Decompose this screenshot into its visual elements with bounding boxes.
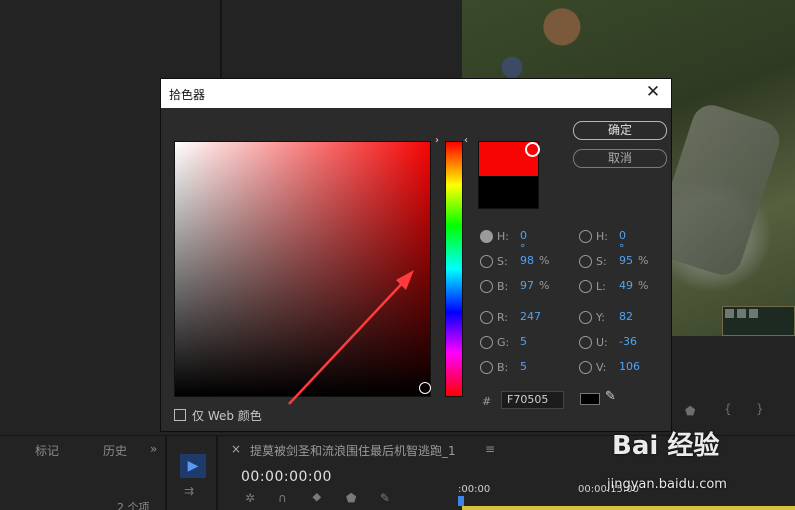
track-select-tool-icon[interactable]: ⇉ [184, 484, 194, 498]
yuv-y-value[interactable]: 82 [619, 310, 633, 323]
timeline-timecode[interactable]: 00:00:00:00 [241, 469, 332, 485]
hsb-brightness-value[interactable]: 97 [520, 279, 534, 292]
hsl-hue-radio[interactable] [579, 230, 592, 243]
rgb-green-label: G: [497, 336, 510, 349]
tab-history[interactable]: 历史 [103, 442, 127, 459]
yuv-v-radio[interactable] [579, 361, 592, 374]
color-picker-dialog: 拾色器 ✕ › ‹ 仅 Web 颜色 确定 取消 H: 0 ° S: 98 % … [160, 78, 672, 432]
gamut-indicator-icon[interactable] [525, 142, 540, 157]
hue-slider-left-arrow-icon: › [435, 135, 439, 146]
hsb-brightness-label: B: [497, 280, 509, 293]
dialog-title: 拾色器 [169, 88, 206, 102]
linked-selection-icon[interactable]: ∩ [278, 491, 287, 505]
cancel-button[interactable]: 取消 [573, 149, 667, 168]
yuv-v-label: V: [596, 361, 607, 374]
hsl-saturation-label: S: [596, 255, 607, 268]
hsb-saturation-label: S: [497, 255, 508, 268]
panel-divider [165, 436, 167, 510]
out-point-icon[interactable]: } [756, 402, 764, 416]
yuv-y-label: Y: [596, 311, 605, 324]
items-count: 2 个项 [117, 501, 150, 510]
hsl-saturation-unit: % [638, 254, 649, 267]
hsl-lightness-value[interactable]: 49 [619, 279, 633, 292]
tab-markers[interactable]: 标记 [35, 442, 59, 459]
hsb-saturation-unit: % [539, 254, 550, 267]
hsb-hue-value[interactable]: 0 ° [520, 229, 527, 255]
rgb-blue-value[interactable]: 5 [520, 360, 527, 373]
saturation-brightness-field[interactable] [174, 141, 431, 397]
watermark-url: jingyan.baidu.com [607, 477, 727, 492]
add-marker-icon[interactable]: ⯁ [312, 491, 322, 506]
rgb-red-value[interactable]: 247 [520, 310, 541, 323]
rgb-red-label: R: [497, 311, 509, 324]
hsl-hue-value[interactable]: 0 ° [619, 229, 626, 255]
previous-color-swatch[interactable] [478, 176, 539, 209]
hue-slider-right-arrow-icon[interactable]: ‹ [464, 135, 468, 146]
sequence-menu-icon[interactable]: ≡ [485, 442, 495, 456]
web-colors-label: 仅 Web 颜色 [192, 409, 262, 423]
playhead[interactable] [458, 496, 464, 506]
yuv-v-value[interactable]: 106 [619, 360, 640, 373]
hex-hash-label: # [482, 395, 492, 408]
snap-icon[interactable]: ✲ [245, 491, 255, 505]
marker-flag-icon[interactable]: ⬟ [346, 491, 356, 505]
ruler-start: :00:00 [458, 484, 491, 495]
work-area-bar[interactable] [462, 506, 795, 510]
wrench-icon[interactable]: ✎ [380, 491, 390, 505]
more-tabs-icon[interactable]: » [150, 442, 157, 456]
watermark-logo: Bai 经验 [612, 431, 720, 461]
hsb-saturation-value[interactable]: 98 [520, 254, 534, 267]
yuv-u-label: U: [596, 336, 608, 349]
hue-slider[interactable] [445, 141, 463, 397]
rgb-blue-radio[interactable] [480, 361, 493, 374]
hex-input[interactable]: F70505 [501, 391, 564, 409]
hsb-saturation-radio[interactable] [480, 255, 493, 268]
yuv-y-radio[interactable] [579, 311, 592, 324]
dialog-titlebar: 拾色器 ✕ [161, 79, 671, 108]
hsl-lightness-label: L: [596, 280, 606, 293]
game-minimap [722, 306, 795, 336]
hsb-hue-label: H: [497, 230, 509, 243]
selection-tool-icon[interactable]: ▶ [180, 454, 206, 478]
marker-icon[interactable]: ⬟ [685, 404, 695, 418]
ok-button[interactable]: 确定 [573, 121, 667, 140]
hsl-saturation-value[interactable]: 95 [619, 254, 633, 267]
hsl-hue-label: H: [596, 230, 608, 243]
in-point-icon[interactable]: { [724, 402, 732, 416]
web-colors-checkbox[interactable] [174, 409, 186, 421]
hsl-lightness-radio[interactable] [579, 280, 592, 293]
hsl-saturation-radio[interactable] [579, 255, 592, 268]
rgb-red-radio[interactable] [480, 311, 493, 324]
rgb-blue-label: B: [497, 361, 509, 374]
rgb-green-value[interactable]: 5 [520, 335, 527, 348]
hsb-brightness-radio[interactable] [480, 280, 493, 293]
close-sequence-icon[interactable]: × [231, 442, 241, 456]
hsl-lightness-unit: % [638, 279, 649, 292]
color-field-cursor[interactable] [419, 382, 431, 394]
yuv-u-radio[interactable] [579, 336, 592, 349]
sequence-tab-title[interactable]: 提莫被剑圣和流浪围住最后机智逃跑_1 [250, 442, 456, 459]
hsb-hue-radio[interactable] [480, 230, 493, 243]
hsb-brightness-unit: % [539, 279, 550, 292]
eyedropper-color-swatch [580, 393, 600, 405]
close-icon[interactable]: ✕ [643, 82, 663, 102]
yuv-u-value[interactable]: -36 [619, 335, 637, 348]
tools-panel: ▶ ⇉ [170, 436, 218, 510]
eyedropper-icon[interactable]: ✎ [605, 389, 616, 404]
rgb-green-radio[interactable] [480, 336, 493, 349]
